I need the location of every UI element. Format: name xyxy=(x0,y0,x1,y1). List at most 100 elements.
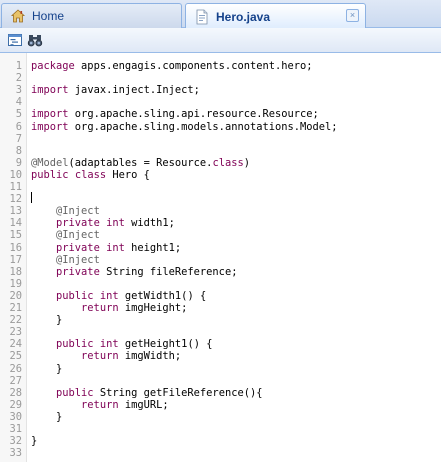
tab-hero-java-label: Hero.java xyxy=(216,9,271,24)
code-line: 2 xyxy=(0,72,441,84)
code-token: javax.inject.Inject; xyxy=(68,84,200,97)
line-number: 13 xyxy=(9,205,22,218)
code-line: 33 xyxy=(0,447,441,459)
code-text: package apps.engagis.components.content.… xyxy=(31,60,313,72)
code-text: import javax.inject.Inject; xyxy=(31,84,200,96)
line-number: 21 xyxy=(9,302,22,314)
annotation-token: @Inject xyxy=(56,253,100,266)
home-icon xyxy=(10,8,26,24)
close-icon[interactable]: × xyxy=(346,9,359,22)
tab-hero-java[interactable]: Hero.java × xyxy=(185,3,366,29)
code-text: return imgHeight; xyxy=(31,302,187,314)
code-line: 29 return imgURL; xyxy=(0,399,441,411)
line-number: 25 xyxy=(9,350,22,363)
code-line: 6 import org.apache.sling.models.annotati… xyxy=(0,121,441,133)
code-line: 17 @Inject xyxy=(0,254,441,266)
line-number: 14 xyxy=(9,217,22,230)
line-number: 18 xyxy=(9,265,22,278)
line-number: 4 xyxy=(15,96,22,109)
code-line: 11 xyxy=(0,181,441,193)
line-number: 29 xyxy=(9,398,22,411)
code-line: 13 @Inject xyxy=(0,205,441,217)
code-line: 14 private int width1; xyxy=(0,217,441,229)
line-number: 11 xyxy=(9,181,22,193)
code-token: } xyxy=(31,410,63,423)
code-line: 3 import javax.inject.Inject; xyxy=(0,84,441,96)
line-number: 30 xyxy=(9,410,22,423)
code-text: } xyxy=(31,411,62,423)
code-text: private int width1; xyxy=(31,217,175,229)
code-line: 15 @Inject xyxy=(0,229,441,241)
code-line: 16 private int height1; xyxy=(0,242,441,254)
tab-home[interactable]: Home xyxy=(1,3,182,28)
keyword-token: int xyxy=(106,217,125,230)
code-text: @Inject xyxy=(31,205,100,217)
code-line: 20 public int getWidth1() { xyxy=(0,290,441,302)
code-text: private String fileReference; xyxy=(31,266,237,278)
tab-bar: Home Hero.java × xyxy=(0,0,441,29)
code-line: 22 } xyxy=(0,314,441,326)
code-line: 12 xyxy=(0,193,441,205)
code-editor[interactable]: 1 package apps.engagis.components.content… xyxy=(0,53,441,462)
code-line: 24 public int getHeight1() { xyxy=(0,338,441,350)
tab-home-label: Home xyxy=(32,9,65,23)
code-token: } xyxy=(31,314,63,327)
keyword-token: int xyxy=(99,338,119,351)
code-token: imgURL; xyxy=(118,398,169,411)
code-line: 10 public class Hero { xyxy=(0,169,441,181)
code-token: String getFileReference(){ xyxy=(93,386,263,399)
keyword-token: private xyxy=(56,241,100,254)
line-number: 16 xyxy=(9,241,22,254)
code-text: public int getHeight1() { xyxy=(31,338,212,350)
code-token: String fileReference; xyxy=(99,265,238,278)
code-line: 25 return imgWidth; xyxy=(0,350,441,362)
line-number: 9 xyxy=(15,156,22,169)
keyword-token: import xyxy=(31,120,69,133)
code-token: } xyxy=(31,435,38,448)
code-token: imgWidth; xyxy=(118,350,182,363)
code-token: getHeight1() { xyxy=(118,338,213,351)
code-text: @Model(adaptables = Resource.class) xyxy=(31,157,250,169)
keyword-token: package xyxy=(31,60,75,72)
line-number: 15 xyxy=(9,229,22,242)
line-number: 19 xyxy=(9,277,22,290)
code-token: width1; xyxy=(124,217,175,230)
keyword-token: public xyxy=(56,338,94,351)
code-token: apps.engagis.components.content.hero; xyxy=(74,60,313,72)
line-number: 24 xyxy=(9,338,22,351)
code-token: Hero { xyxy=(106,168,150,181)
code-text: return imgURL; xyxy=(31,399,169,411)
line-number: 23 xyxy=(9,326,22,339)
keyword-token: int xyxy=(99,289,119,302)
keyword-token: private xyxy=(56,217,100,230)
line-number: 12 xyxy=(9,193,22,206)
text-cursor xyxy=(31,192,32,203)
find-binoculars-icon[interactable] xyxy=(27,32,43,48)
code-text: return imgWidth; xyxy=(31,350,181,362)
keyword-token: import xyxy=(31,108,69,121)
line-number: 20 xyxy=(9,289,22,302)
keyword-token: import xyxy=(31,84,69,97)
line-number: 8 xyxy=(15,144,22,157)
keyword-token: public xyxy=(56,289,94,302)
code-line: 21 return imgHeight; xyxy=(0,302,441,314)
line-number: 33 xyxy=(9,447,22,460)
code-text: } xyxy=(31,314,62,326)
editor-toolbar xyxy=(0,28,441,53)
line-number: 27 xyxy=(9,374,22,387)
code-token: getWidth1() { xyxy=(118,289,207,302)
code-token: org.apache.sling.api.resource.Resource; xyxy=(68,108,319,121)
format-code-icon[interactable] xyxy=(7,32,23,48)
keyword-token: return xyxy=(81,398,119,411)
keyword-token: return xyxy=(81,302,119,314)
code-text: import org.apache.sling.models.annotatio… xyxy=(31,121,338,133)
line-number: 1 xyxy=(15,60,22,72)
line-number: 28 xyxy=(9,386,22,399)
